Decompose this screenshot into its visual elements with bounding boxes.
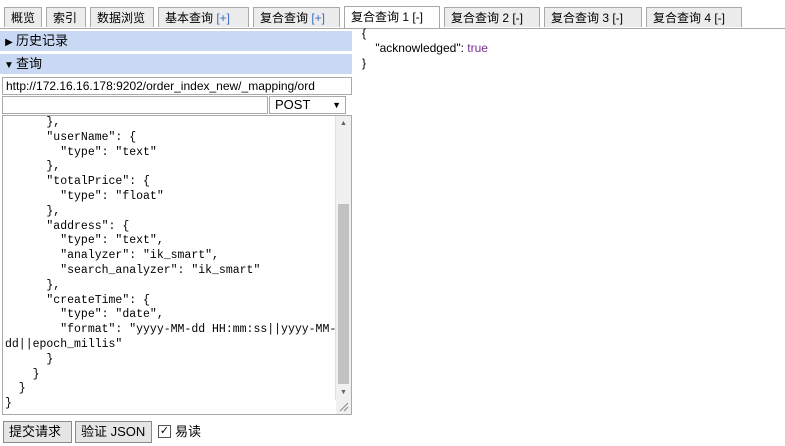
scrollbar-thumb[interactable]: [338, 204, 349, 384]
tab-compound-query-3[interactable]: 复合查询 3 [-]: [544, 7, 642, 27]
tab-label: 复合查询 1: [351, 10, 413, 24]
history-section-header[interactable]: ▶ 历史记录: [0, 31, 352, 51]
triangle-right-icon: ▶: [5, 37, 13, 48]
tab-label: 索引: [53, 11, 78, 25]
json-brace-open: {: [362, 26, 367, 40]
tab-add-button[interactable]: [+]: [216, 11, 230, 25]
response-output: { "acknowledged": true }: [362, 26, 488, 71]
tab-overview[interactable]: 概览: [4, 7, 42, 27]
tab-compound-query-4[interactable]: 复合查询 4 [-]: [646, 7, 742, 27]
easy-read-checkbox[interactable]: ✓: [158, 425, 171, 438]
request-body-editor[interactable]: }, "userName": { "type": "text" }, "tota…: [2, 115, 352, 415]
scroll-up-icon[interactable]: ▲: [336, 116, 351, 131]
url-input[interactable]: http://172.16.16.178:9202/order_index_ne…: [2, 77, 352, 95]
json-brace-close: }: [362, 56, 367, 70]
tab-close-button[interactable]: [-]: [412, 10, 423, 24]
query-section-header[interactable]: ▼ 查询: [0, 54, 352, 74]
query-panel: ▶ 历史记录 ▼ 查询 http://172.16.16.178:9202/orde…: [0, 29, 356, 446]
tab-label: 基本查询: [165, 11, 217, 25]
submit-request-button[interactable]: 提交请求: [3, 421, 72, 443]
method-value: POST: [275, 97, 311, 112]
tab-compound-query[interactable]: 复合查询 [+]: [253, 7, 340, 27]
scroll-down-icon[interactable]: ▼: [336, 385, 351, 400]
tab-bar: 概览 索引 数据浏览 基本查询 [+] 复合查询 [+] 复合查询 1 [-] …: [0, 0, 785, 29]
resize-grip-icon[interactable]: [336, 399, 351, 414]
tab-label: 概览: [11, 11, 36, 25]
triangle-down-icon: ▼: [4, 60, 14, 71]
request-body-text[interactable]: }, "userName": { "type": "text" }, "tota…: [5, 116, 336, 412]
tab-basic-query[interactable]: 基本查询 [+]: [158, 7, 249, 27]
tab-label: 复合查询 3: [551, 11, 613, 25]
dropdown-arrow-icon: ▼: [332, 100, 341, 110]
json-key: "acknowledged": [375, 41, 461, 55]
tab-close-button[interactable]: [-]: [714, 11, 725, 25]
tab-compound-query-1[interactable]: 复合查询 1 [-]: [344, 6, 440, 28]
tab-close-button[interactable]: [-]: [512, 11, 523, 25]
editor-scrollbar[interactable]: ▲ ▼: [335, 116, 351, 400]
tab-data-browse[interactable]: 数据浏览: [90, 7, 154, 27]
tab-label: 复合查询: [260, 11, 312, 25]
query-label: 查询: [16, 56, 43, 71]
path-input[interactable]: [2, 96, 268, 114]
tab-label: 复合查询 4: [653, 11, 715, 25]
easy-read-label: 易读: [175, 424, 202, 439]
tab-add-button[interactable]: [+]: [311, 11, 325, 25]
history-label: 历史记录: [16, 33, 69, 48]
validate-json-button[interactable]: 验证 JSON: [75, 421, 152, 443]
tab-label: 数据浏览: [97, 11, 146, 25]
method-select[interactable]: POST ▼: [269, 96, 346, 114]
json-value: true: [467, 41, 488, 55]
tab-indices[interactable]: 索引: [46, 7, 86, 27]
tab-compound-query-2[interactable]: 复合查询 2 [-]: [444, 7, 540, 27]
tab-close-button[interactable]: [-]: [612, 11, 623, 25]
tab-label: 复合查询 2: [451, 11, 513, 25]
